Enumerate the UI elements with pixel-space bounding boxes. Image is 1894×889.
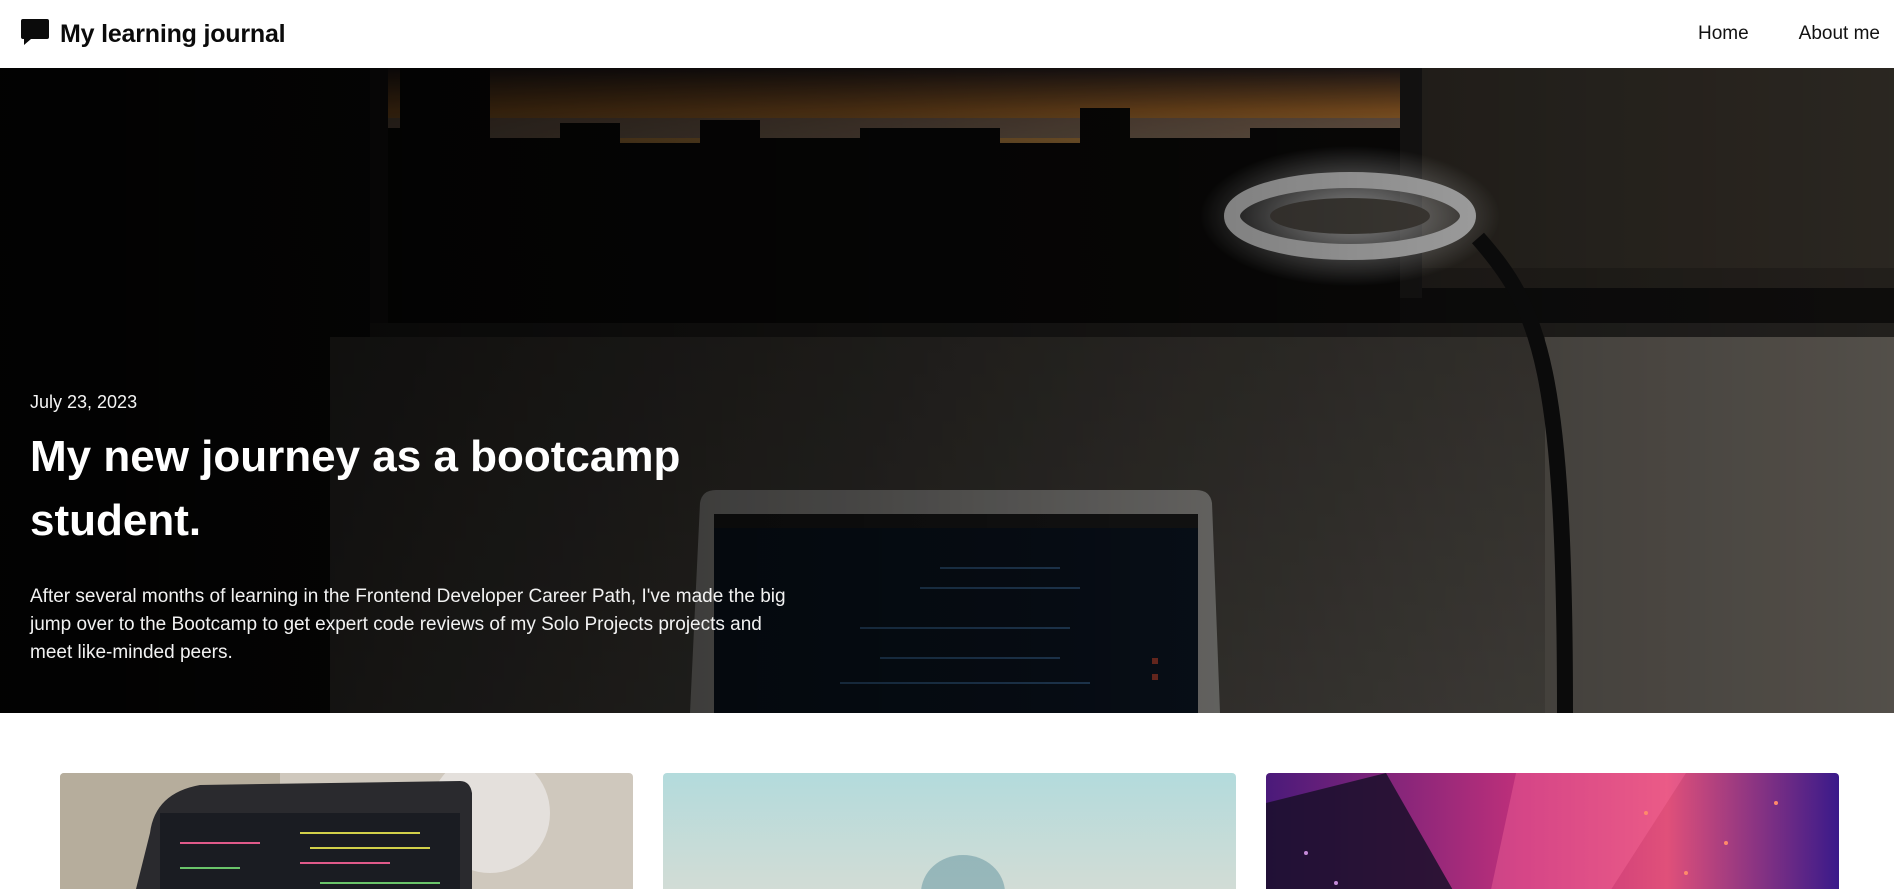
post-card[interactable] [60,773,633,889]
post-card-grid [60,773,1840,889]
post-card-image [663,773,1236,889]
nav-home-link[interactable]: Home [1698,23,1749,45]
brand-title: My learning journal [60,19,286,48]
nav-about-link[interactable]: About me [1799,23,1880,45]
post-excerpt: After several months of learning in the … [30,586,786,663]
post-card-image [1266,773,1839,889]
brand-link[interactable]: My learning journal [20,17,286,52]
post-card[interactable] [663,773,1236,889]
post-card[interactable] [1266,773,1839,889]
post-card-image [60,773,633,889]
hero-featured-post[interactable]: July 23, 2023 My new journey as a bootca… [0,68,1894,713]
main-nav: Home About me [1648,23,1880,45]
post-title[interactable]: My new journey as a bootcamp student. [30,425,730,553]
post-date: July 23, 2023 [30,392,138,412]
hero-text: July 23, 2023 My new journey as a bootca… [30,392,790,667]
site-header: My learning journal Home About me [0,0,1894,68]
chat-bubble-icon [20,17,60,52]
